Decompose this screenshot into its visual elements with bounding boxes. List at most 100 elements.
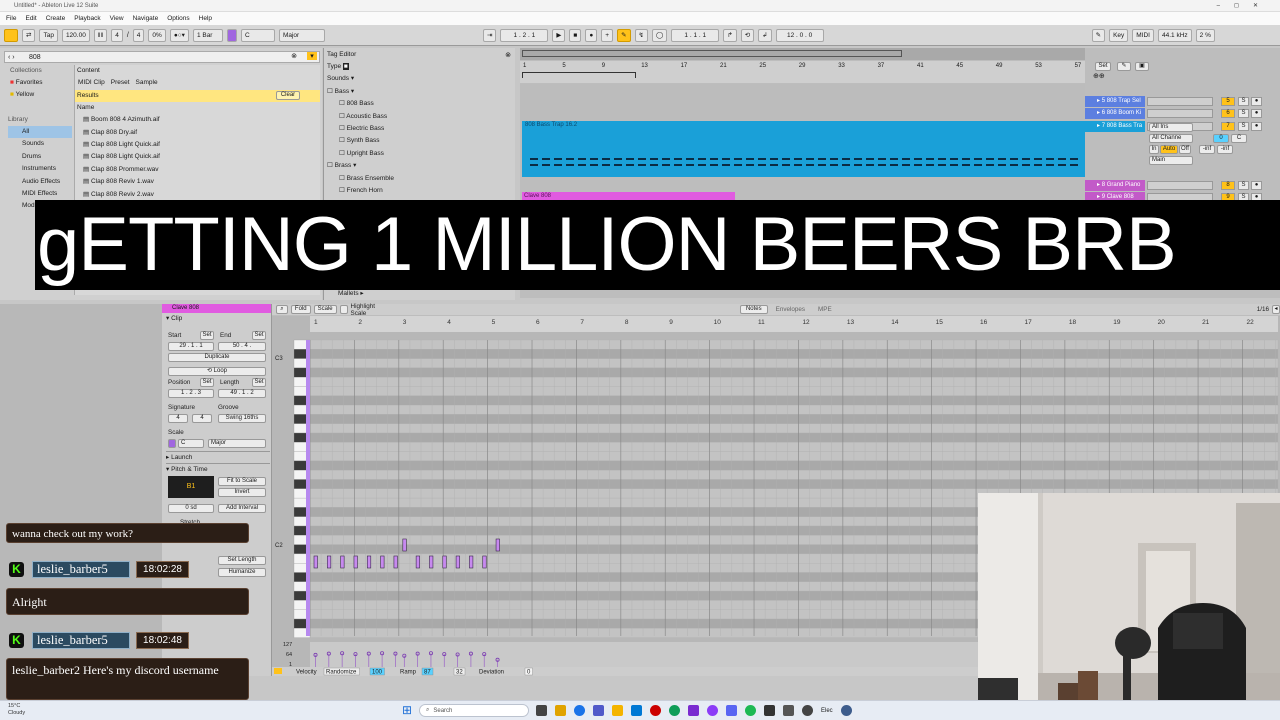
key-select[interactable]: C — [240, 28, 275, 42]
bar-number[interactable]: 25 — [759, 63, 766, 69]
signature-num[interactable]: 4 — [111, 28, 123, 42]
invert-button[interactable]: Invert — [218, 488, 266, 497]
position-field[interactable]: 1 . 2 . 3 — [168, 389, 214, 398]
zoom-icon[interactable]: ⌕ — [276, 305, 288, 314]
menu-file[interactable]: File — [6, 15, 16, 22]
sounds-row[interactable]: Sounds ▾ — [324, 73, 515, 85]
explorer-icon[interactable] — [555, 705, 566, 716]
mpe-tab[interactable]: MPE — [813, 306, 837, 313]
bar-number[interactable]: 19 — [1113, 319, 1121, 326]
channel-select[interactable]: All Channe — [1149, 134, 1193, 143]
checkbox-icon[interactable]: ☐ — [327, 88, 333, 95]
track-activator[interactable]: 8 — [1221, 181, 1235, 190]
grid-arrow-icon[interactable]: ◂ — [1272, 305, 1280, 314]
menu-navigate[interactable]: Navigate — [133, 15, 159, 22]
set-position-button[interactable]: Set — [200, 378, 214, 387]
midi-note[interactable] — [353, 555, 358, 569]
tap-button[interactable]: Tap — [39, 28, 58, 42]
arrangement-clip-bass[interactable]: 808 Bass Trap 16.2 — [522, 121, 1085, 177]
clip-scale-mode[interactable]: Major — [208, 439, 266, 448]
menu-edit[interactable]: Edit — [25, 15, 36, 22]
track-header[interactable]: ▸ 6 808 Boom Ki 6 S ● — [1085, 108, 1280, 119]
bar-number[interactable]: 13 — [641, 63, 648, 69]
tag-group-header[interactable]: ☐ Bass ▾ — [327, 86, 515, 98]
highlight-scale-toggle[interactable] — [339, 305, 348, 314]
bar-number[interactable]: 21 — [720, 63, 727, 69]
clip-sig-num[interactable]: 4 — [168, 414, 188, 423]
solo-button[interactable]: S — [1238, 109, 1249, 118]
bar-number[interactable]: 37 — [878, 63, 885, 69]
clear-search-icon[interactable]: ⊗ — [291, 52, 297, 60]
track-name[interactable]: ▸ 8 Grand Piano — [1085, 180, 1145, 191]
loop-switch-icon[interactable]: ⟲ — [740, 28, 755, 42]
midi-note[interactable] — [366, 555, 372, 569]
loop-button[interactable]: ⟲ Loop — [168, 367, 266, 376]
quantize-select[interactable]: 1 Bar — [192, 28, 223, 42]
arm-button[interactable]: ● — [1251, 97, 1262, 106]
checkbox-icon[interactable]: ☐ — [339, 150, 345, 157]
track-play-icon[interactable]: ▸ — [1097, 123, 1100, 129]
app-icon[interactable] — [764, 705, 775, 716]
set-end-button[interactable]: Set — [252, 331, 266, 340]
clip-name[interactable]: Clave 808 — [162, 304, 271, 313]
bar-number[interactable]: 9 — [602, 63, 605, 69]
bar-number[interactable]: 33 — [838, 63, 845, 69]
bar-number[interactable]: 57 — [1075, 63, 1082, 69]
loop-length-field[interactable]: 12 . 0 . 0 — [775, 28, 824, 42]
clip-scale-toggle[interactable] — [168, 439, 176, 448]
checkbox-icon[interactable]: ☐ — [339, 113, 345, 120]
piano-roll-ruler[interactable] — [310, 316, 1278, 332]
clear-button[interactable]: Clear — [276, 90, 300, 100]
library-instruments[interactable]: Instruments — [8, 163, 72, 175]
automation-arm-icon[interactable]: ✎ — [617, 28, 631, 42]
midi-note[interactable] — [402, 538, 407, 552]
menu-options[interactable]: Options — [167, 15, 189, 22]
bar-number[interactable]: 13 — [847, 319, 855, 326]
track-activator[interactable]: 6 — [1221, 109, 1235, 118]
menu-create[interactable]: Create — [46, 15, 66, 22]
set-length-action[interactable]: Set Length — [218, 556, 266, 565]
discord-icon[interactable] — [726, 705, 737, 716]
midi-map-button[interactable]: MIDI — [1132, 28, 1154, 42]
draw-icon[interactable]: ✎ — [1117, 62, 1131, 71]
midi-note[interactable] — [380, 555, 385, 569]
bar-number[interactable]: 45 — [956, 63, 963, 69]
tag-item[interactable]: ☐ Acoustic Bass — [327, 111, 515, 123]
tag-item[interactable]: ☐ Brass Ensemble — [327, 173, 515, 185]
library-audio-effects[interactable]: Audio Effects — [8, 176, 72, 188]
midi-note[interactable] — [469, 555, 474, 569]
track-pan-display[interactable]: C — [1231, 134, 1247, 143]
tag-item[interactable]: ☐ French Horn — [327, 185, 515, 197]
stop-icon[interactable]: ■ — [569, 28, 582, 42]
tempo-field[interactable]: 120.00 — [61, 28, 90, 42]
duplicate-button[interactable]: Duplicate — [168, 353, 266, 362]
notes-tab[interactable]: Notes — [739, 305, 768, 314]
bar-number[interactable]: 53 — [1035, 63, 1042, 69]
set-length-button[interactable]: Set — [252, 378, 266, 387]
bar-number[interactable]: 41 — [917, 63, 924, 69]
bar-number[interactable]: 17 — [681, 63, 688, 69]
ramp-value-2[interactable]: 32 — [456, 670, 463, 676]
bar-number[interactable]: 5 — [562, 63, 565, 69]
clip-section-header[interactable]: ▾ Clip — [162, 313, 271, 324]
filter-preset[interactable]: Preset — [111, 77, 130, 89]
bar-number[interactable]: 1 — [314, 319, 318, 326]
bar-ruler[interactable]: 1 5 9 13 17 21 25 29 33 37 41 45 49 53 57 — [520, 61, 1085, 83]
browser-file-item[interactable]: ▤ Boom 808 4 Azimuth.aif — [75, 114, 320, 126]
bar-number[interactable]: 21 — [1202, 319, 1210, 326]
task-view-icon[interactable] — [536, 705, 547, 716]
loop-brace[interactable] — [522, 72, 636, 78]
set-start-button[interactable]: Set — [200, 331, 214, 340]
browser-toggle-icon[interactable] — [4, 28, 18, 42]
play-icon[interactable]: ▶ — [552, 28, 566, 42]
session-record-icon[interactable]: ◯ — [651, 28, 668, 42]
pitch-time-section[interactable]: ▾ Pitch & Time — [166, 463, 270, 476]
input-select[interactable]: All Ins — [1149, 123, 1193, 132]
bar-number[interactable]: 14 — [891, 319, 899, 326]
humanize-button[interactable]: Humanize — [218, 568, 266, 577]
add-interval-button[interactable]: Add Interval — [218, 504, 266, 513]
midi-note[interactable] — [327, 555, 332, 569]
bar-number[interactable]: 15 — [936, 319, 944, 326]
link-icon[interactable]: ⇄ — [22, 28, 36, 42]
midi-note[interactable] — [495, 538, 500, 552]
